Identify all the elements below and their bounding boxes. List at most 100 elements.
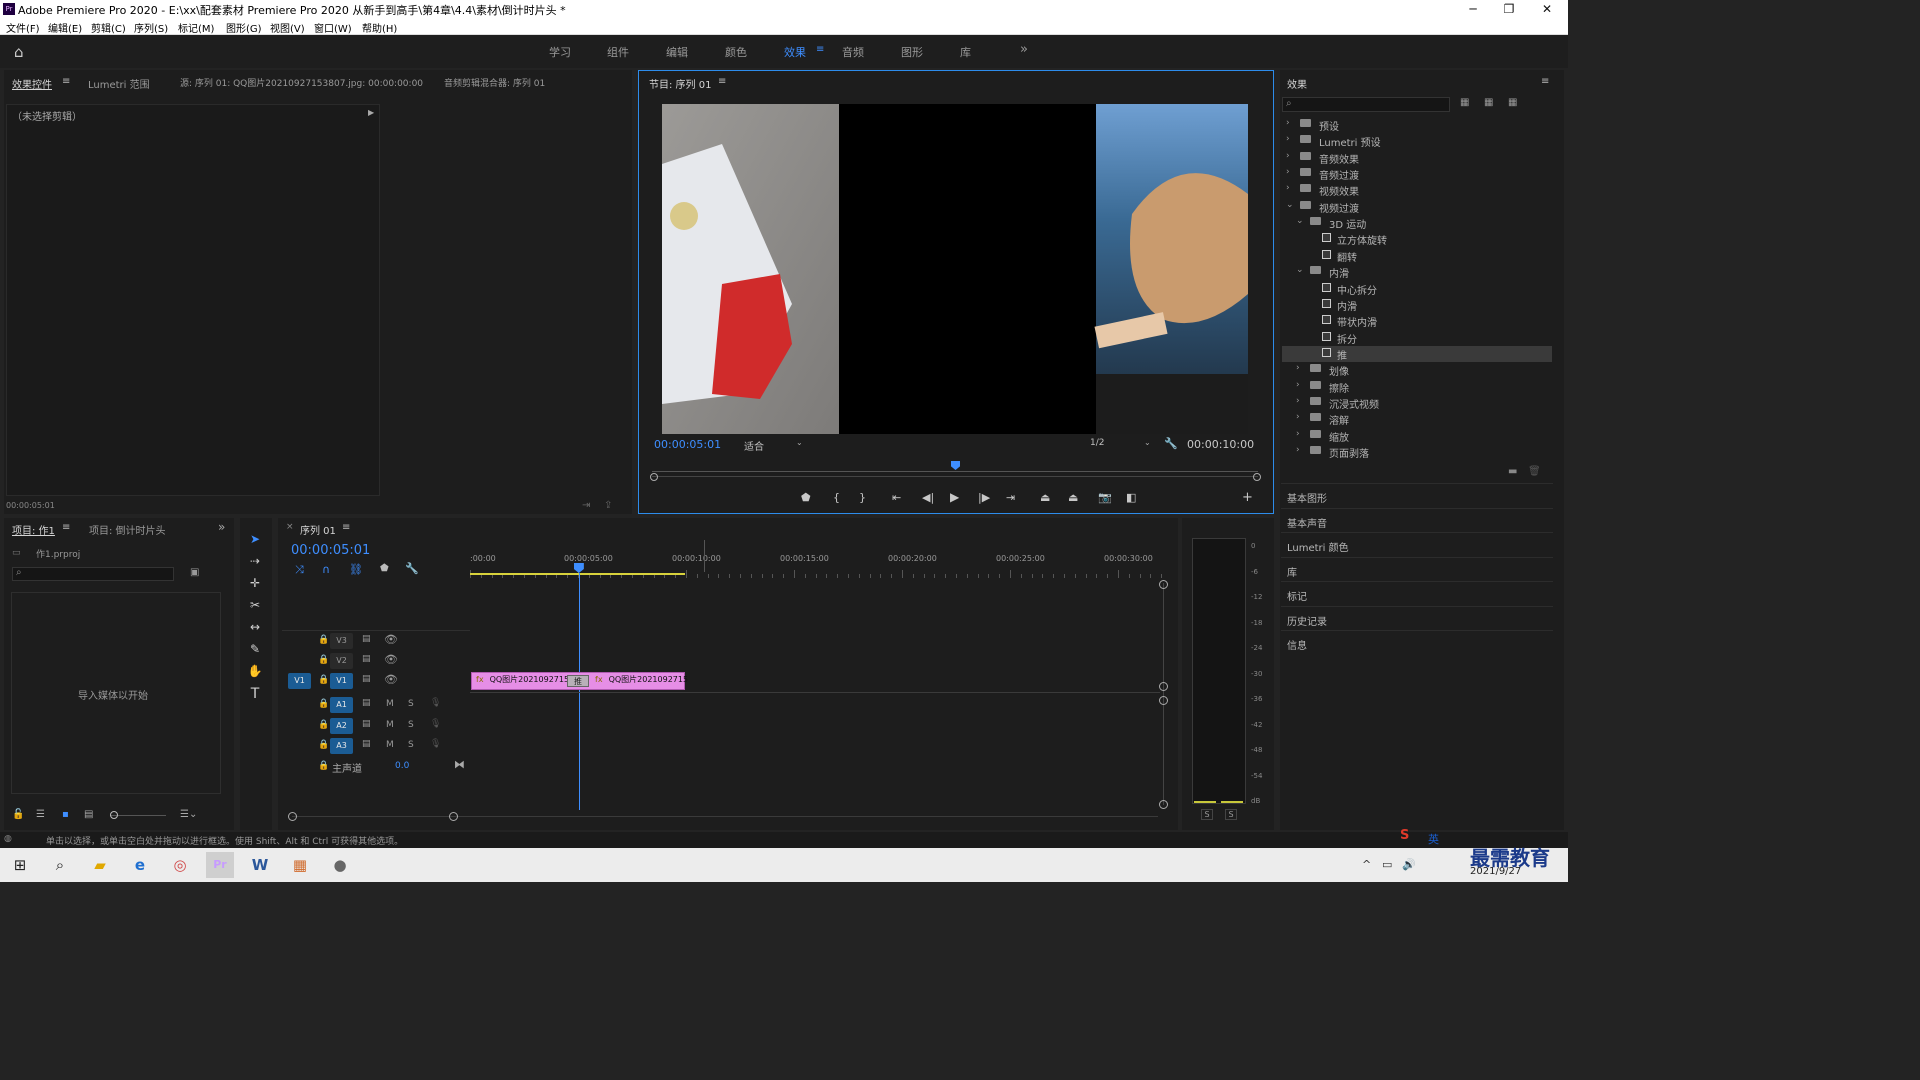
- lock-icon[interactable]: 🔒: [318, 635, 329, 645]
- master-volume[interactable]: 0.0: [395, 761, 409, 771]
- lock-icon[interactable]: 🔒: [318, 655, 329, 665]
- track-a2-label[interactable]: A2: [330, 718, 353, 734]
- chevron-right-icon[interactable]: ›: [1286, 167, 1290, 177]
- app-grid-icon[interactable]: ▦: [286, 852, 314, 878]
- tray-up-icon[interactable]: ^: [1362, 858, 1371, 871]
- chevron-right-icon[interactable]: ›: [1286, 183, 1290, 193]
- effects-tree-item[interactable]: ⌄ 内滑: [1282, 264, 1552, 280]
- type-tool-icon[interactable]: T: [246, 686, 264, 704]
- lock-icon[interactable]: 🔒: [318, 740, 329, 750]
- effects-menu-icon[interactable]: ≡: [1541, 76, 1549, 87]
- pen-tool-icon[interactable]: ✎: [246, 642, 264, 660]
- razor-tool-icon[interactable]: ✂: [246, 598, 264, 616]
- taskbar-search-icon[interactable]: ⌕: [46, 852, 74, 878]
- freeform-view-icon[interactable]: ▤: [84, 809, 93, 820]
- mic-icon[interactable]: 🎙: [430, 739, 441, 749]
- track-v1-label[interactable]: V1: [330, 673, 353, 689]
- chevron-down-icon[interactable]: ⌄: [1296, 216, 1304, 226]
- workspace-editing[interactable]: 编辑: [666, 44, 688, 60]
- menu-edit[interactable]: 编辑(E): [48, 20, 82, 35]
- sync-lock-icon[interactable]: ▤: [362, 674, 371, 684]
- expand-arrow-icon[interactable]: ▶: [368, 108, 374, 117]
- solo-button[interactable]: S: [408, 740, 414, 750]
- resolution-dropdown[interactable]: 1/2: [1090, 438, 1104, 448]
- panel-section[interactable]: 基本图形: [1281, 483, 1553, 507]
- source-patch-v1[interactable]: V1: [288, 673, 311, 689]
- filter-icon[interactable]: ⇥: [582, 500, 590, 511]
- eye-icon[interactable]: 👁: [384, 633, 398, 646]
- close-sequence-icon[interactable]: ×: [286, 522, 294, 532]
- effects-tree-item[interactable]: 带状内滑: [1282, 313, 1552, 329]
- thumb-zoom-handle[interactable]: [110, 811, 118, 819]
- workspace-audio[interactable]: 音频: [842, 44, 864, 60]
- track-select-tool-icon[interactable]: ⇢: [246, 554, 264, 572]
- new-bin-icon[interactable]: ▬: [1508, 466, 1517, 477]
- eye-icon[interactable]: 👁: [384, 653, 398, 666]
- transition-push[interactable]: 推: [567, 675, 589, 687]
- panel-section[interactable]: 基本声音: [1281, 507, 1553, 532]
- timeline-timecode[interactable]: 00:00:05:01: [291, 543, 370, 558]
- mic-icon[interactable]: 🎙: [430, 698, 441, 708]
- extract-icon[interactable]: ⏏: [1068, 491, 1078, 504]
- step-back-icon[interactable]: ◀|: [922, 491, 934, 504]
- effects-tree-item[interactable]: › 擦除: [1282, 379, 1552, 395]
- effects-tree-item[interactable]: › 页面剥落: [1282, 444, 1552, 460]
- file-explorer-icon[interactable]: ▰: [86, 852, 114, 878]
- chevron-down-icon[interactable]: ⌄: [796, 438, 803, 447]
- windows-start-icon[interactable]: ⊞: [6, 852, 34, 878]
- vscroll-handle-mid[interactable]: [1159, 682, 1168, 691]
- chevron-right-icon[interactable]: ›: [1296, 445, 1300, 455]
- effects-tree-item[interactable]: › 音频效果: [1282, 150, 1552, 166]
- panel-section[interactable]: 库: [1281, 556, 1553, 581]
- panel-section[interactable]: Lumetri 颜色: [1281, 532, 1553, 556]
- network-icon[interactable]: ▭: [1382, 858, 1392, 871]
- premiere-taskbar-icon[interactable]: Pr: [206, 852, 234, 878]
- program-timecode[interactable]: 00:00:05:01: [654, 438, 721, 451]
- horizontal-scrollbar[interactable]: [292, 816, 1158, 817]
- workspace-graphics[interactable]: 图形: [901, 44, 923, 60]
- chevron-right-icon[interactable]: ›: [1296, 363, 1300, 373]
- effects-tree-item[interactable]: ⌄ 3D 运动: [1282, 215, 1552, 231]
- go-to-in-icon[interactable]: ⇤: [892, 491, 901, 504]
- home-icon[interactable]: ⌂: [14, 43, 24, 61]
- mark-in-icon[interactable]: {: [833, 491, 840, 504]
- effects-tree-item[interactable]: › 沉浸式视频: [1282, 395, 1552, 411]
- nest-icon[interactable]: ⤨: [295, 563, 304, 577]
- ripple-edit-tool-icon[interactable]: ✛: [246, 576, 264, 594]
- clip-2[interactable]: fx QQ图片2021092715: [595, 674, 688, 685]
- effects-tree-item[interactable]: › 缩放: [1282, 428, 1552, 444]
- effects-search-input[interactable]: [1297, 98, 1447, 111]
- chevron-right-icon[interactable]: ›: [1286, 151, 1290, 161]
- add-marker-icon[interactable]: ⬟: [801, 491, 811, 504]
- chevron-right-icon[interactable]: ›: [1296, 412, 1300, 422]
- track-a3-label[interactable]: A3: [330, 738, 353, 754]
- panel-section[interactable]: 历史记录: [1281, 605, 1553, 630]
- minimize-button[interactable]: ─: [1458, 1, 1488, 17]
- timeline-marker-icon[interactable]: ⬟: [380, 563, 389, 574]
- tab-effect-controls[interactable]: 效果控件: [12, 76, 52, 91]
- panel-section[interactable]: 标记: [1281, 581, 1553, 605]
- workspace-effects[interactable]: 效果: [784, 44, 806, 60]
- chevron-right-icon[interactable]: ›: [1296, 380, 1300, 390]
- solo-button[interactable]: S: [408, 720, 414, 730]
- word-taskbar-icon[interactable]: W: [246, 852, 274, 878]
- workspace-assembly[interactable]: 组件: [607, 44, 629, 60]
- edge-browser-icon[interactable]: e: [126, 852, 154, 878]
- comparison-view-icon[interactable]: ◧: [1126, 491, 1136, 504]
- 32bit-effects-icon[interactable]: ▦: [1484, 97, 1493, 108]
- workspace-color[interactable]: 颜色: [725, 44, 747, 60]
- sequence-menu-icon[interactable]: ≡: [342, 522, 350, 533]
- track-a1-label[interactable]: A1: [330, 697, 353, 713]
- delete-icon[interactable]: 🗑: [1528, 466, 1541, 477]
- sync-lock-icon[interactable]: ▤: [362, 698, 371, 708]
- zoom-fit-dropdown[interactable]: 适合: [744, 438, 764, 453]
- solo-button[interactable]: S: [408, 699, 414, 709]
- project-menu-icon[interactable]: ≡: [62, 522, 70, 533]
- user-app-icon[interactable]: ●: [326, 852, 354, 878]
- effects-tree-item[interactable]: 拆分: [1282, 330, 1552, 346]
- lock-icon[interactable]: 🔒: [318, 699, 329, 709]
- chevron-down-icon[interactable]: ⌄: [1296, 265, 1304, 275]
- panel-menu-icon[interactable]: ≡: [62, 76, 70, 87]
- vscroll-handle-bottom[interactable]: [1159, 800, 1168, 809]
- panel-section[interactable]: 信息: [1281, 630, 1553, 654]
